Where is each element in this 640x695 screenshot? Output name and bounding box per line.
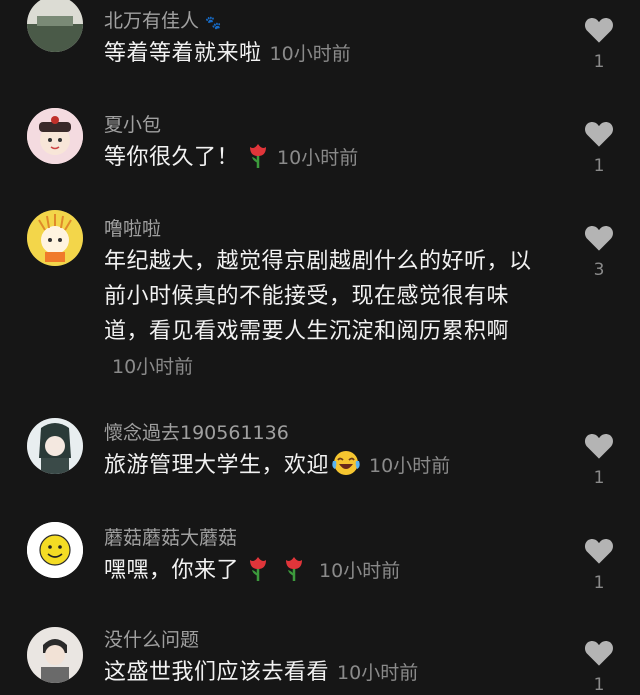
- avatar[interactable]: [27, 0, 83, 52]
- username[interactable]: 蘑菇蘑菇大蘑菇: [104, 523, 237, 550]
- username[interactable]: 没什么问题: [104, 625, 199, 652]
- rose-emoji: [247, 554, 269, 593]
- username[interactable]: 夏小包: [104, 110, 161, 137]
- username[interactable]: 懷念過去190561136: [104, 418, 289, 445]
- comment-text[interactable]: 嘿嘿，你来了 10小时前: [104, 553, 544, 593]
- avatar[interactable]: [27, 210, 83, 266]
- heart-icon: [585, 640, 613, 666]
- like-button[interactable]: 1: [580, 637, 618, 695]
- heart-icon: [585, 17, 613, 43]
- like-button[interactable]: 3: [580, 222, 618, 280]
- like-count: 3: [593, 260, 605, 280]
- like-button[interactable]: 1: [580, 14, 618, 72]
- comment-time: 10小时前: [369, 455, 451, 477]
- avatar[interactable]: [27, 108, 83, 164]
- comment-text[interactable]: 这盛世我们应该去看看 10小时前: [104, 655, 544, 691]
- username[interactable]: 北万有佳人 🐾: [104, 6, 221, 33]
- comment-text[interactable]: 年纪越大，越觉得京剧越剧什么的好听，以前小时候真的不能接受，现在感觉很有味道，看…: [104, 244, 534, 385]
- like-button[interactable]: 1: [580, 535, 618, 593]
- avatar[interactable]: [27, 627, 83, 683]
- like-button[interactable]: 1: [580, 430, 618, 488]
- heart-icon: [585, 225, 613, 251]
- paw-icon: 🐾: [205, 16, 222, 31]
- heart-icon: [585, 433, 613, 459]
- avatar[interactable]: [27, 418, 83, 474]
- like-count: 1: [593, 468, 605, 488]
- rose-emoji: [283, 554, 305, 593]
- comment-time: 10小时前: [319, 560, 401, 582]
- like-count: 1: [593, 52, 605, 72]
- heart-icon: [585, 538, 613, 564]
- comment-time: 10小时前: [337, 662, 419, 684]
- username[interactable]: 噜啦啦: [104, 214, 161, 241]
- like-count: 1: [593, 573, 605, 593]
- like-count: 1: [593, 675, 605, 695]
- comment-text[interactable]: 等着等着就来啦 10小时前: [104, 36, 544, 72]
- comment-time: 10小时前: [277, 147, 359, 169]
- avatar[interactable]: [27, 522, 83, 578]
- like-button[interactable]: 1: [580, 118, 618, 176]
- comment-time: 10小时前: [112, 356, 194, 378]
- comment-text[interactable]: 旅游管理大学生，欢迎 10小时前: [104, 448, 544, 488]
- rose-emoji: [247, 141, 269, 180]
- comment-text[interactable]: 等你很久了！ 10小时前: [104, 140, 544, 180]
- like-count: 1: [593, 156, 605, 176]
- heart-icon: [585, 121, 613, 147]
- laughing-tears-emoji: [331, 449, 361, 488]
- comment-time: 10小时前: [269, 43, 351, 65]
